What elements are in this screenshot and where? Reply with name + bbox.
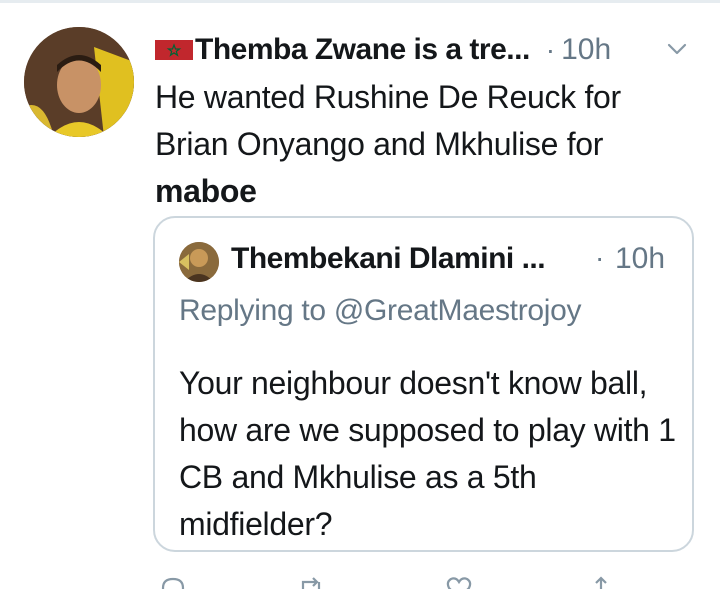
tweet-timestamp[interactable]: 10h <box>561 33 611 67</box>
display-name[interactable]: Themba Zwane is a tre... <box>195 33 530 67</box>
replying-to[interactable]: Replying to @GreatMaestrojoy <box>179 294 582 328</box>
quoted-timestamp[interactable]: 10h <box>615 242 665 276</box>
tweet-actions <box>155 574 715 589</box>
top-divider <box>0 0 720 3</box>
quoted-avatar-image <box>179 242 219 282</box>
avatar[interactable] <box>24 27 134 137</box>
quoted-tweet-text: Your neighbour doesn't know ball, how ar… <box>179 365 676 542</box>
flag-icon <box>155 38 193 62</box>
quoted-separator-dot: · <box>595 242 605 273</box>
reply-icon[interactable] <box>159 574 187 589</box>
avatar-image <box>24 27 134 137</box>
chevron-down-icon[interactable] <box>666 38 688 60</box>
retweet-icon[interactable] <box>297 574 325 589</box>
quoted-tweet-card[interactable]: Thembekani Dlamini ... · 10h Replying to… <box>153 216 694 552</box>
tweet-text: He wanted Rushine De Reuck for Brian Ony… <box>155 74 695 215</box>
like-icon[interactable] <box>445 574 473 589</box>
tweet-text-main: He wanted Rushine De Reuck for Brian Ony… <box>155 79 621 162</box>
tweet-text-bold: maboe <box>155 173 257 209</box>
separator-dot: · <box>545 34 556 65</box>
quoted-avatar[interactable] <box>179 242 219 282</box>
share-icon[interactable] <box>587 574 615 589</box>
quoted-display-name[interactable]: Thembekani Dlamini ... <box>231 242 546 276</box>
tweet-header: Themba Zwane is a tre... · 10h <box>155 30 611 70</box>
